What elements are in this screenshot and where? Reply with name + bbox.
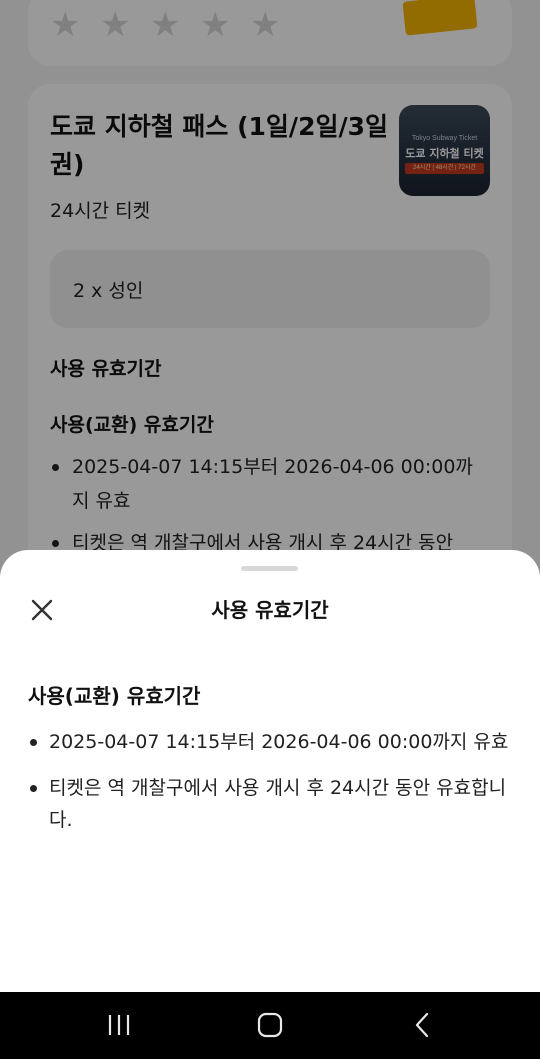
drag-handle[interactable] — [241, 566, 298, 571]
sheet-title: 사용 유효기간 — [211, 598, 329, 622]
bottom-sheet: 사용 유효기간 사용(교환) 유효기간 2025-04-07 14:15부터 2… — [0, 550, 540, 992]
close-button[interactable] — [26, 594, 58, 626]
sheet-validity-list: 2025-04-07 14:15부터 2026-04-06 00:00까지 유효… — [28, 726, 512, 850]
home-button[interactable] — [250, 1008, 290, 1042]
list-item: 티켓은 역 개찰구에서 사용 개시 후 24시간 동안 유효합니다. — [28, 772, 512, 836]
back-icon — [415, 1012, 429, 1038]
home-icon — [257, 1012, 283, 1038]
page: ★ ★ ★ ★ ★ 도쿄 지하철 패스 (1일/2일/3일권) Tokyo Su… — [0, 0, 540, 1059]
close-icon — [31, 599, 53, 621]
system-nav-bar — [0, 992, 540, 1059]
back-button[interactable] — [402, 1008, 442, 1042]
sheet-subheading: 사용(교환) 유효기간 — [28, 684, 201, 708]
recent-apps-icon — [108, 1015, 130, 1035]
list-item: 2025-04-07 14:15부터 2026-04-06 00:00까지 유효 — [28, 726, 512, 758]
recent-apps-button[interactable] — [99, 1008, 139, 1042]
